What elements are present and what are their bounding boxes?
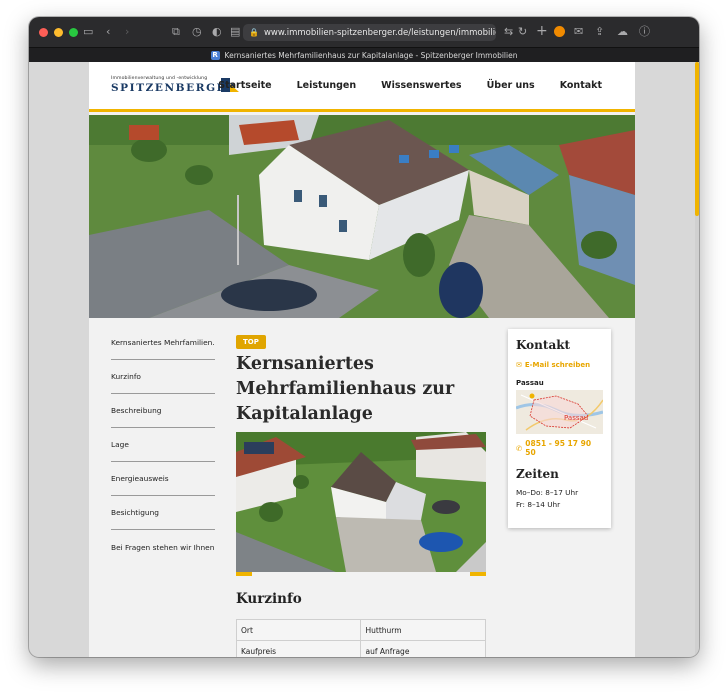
site-favicon-icon: R bbox=[210, 50, 220, 60]
hero-image bbox=[89, 115, 635, 318]
tab-title: Kernsaniertes Mehrfamilienhaus zur Kapit… bbox=[224, 50, 518, 60]
new-tab-icon[interactable]: + bbox=[536, 24, 548, 38]
main-nav: Startseite Leistungen Wissenswertes Über… bbox=[218, 80, 602, 91]
browser-toolbar: ▭ ‹ › ⧉ ◷ ◐ ▤ 🔒 www.immobilien-spitzenbe… bbox=[29, 17, 699, 47]
sidebar-item-energieausweis[interactable]: Energieausweis bbox=[111, 462, 215, 496]
web-page: Immobilienverwaltung und -entwicklung SP… bbox=[89, 62, 635, 657]
main-content: TOP Kernsaniertes Mehrfamilienhaus zur K… bbox=[235, 329, 486, 657]
table-cell-value: auf Anfrage bbox=[360, 640, 486, 657]
phone-icon: ✆ bbox=[516, 443, 523, 453]
reader-icon[interactable]: ▤ bbox=[230, 26, 240, 37]
address-bar[interactable]: 🔒 www.immobilien-spitzenberger.de/leistu… bbox=[243, 24, 496, 41]
history-icon[interactable]: ◷ bbox=[192, 26, 202, 37]
property-photo[interactable] bbox=[236, 432, 486, 572]
opening-hours: Mo–Do: 8–17 Uhr Fr: 8–14 Uhr bbox=[516, 487, 603, 511]
back-icon[interactable]: ‹ bbox=[106, 26, 110, 37]
nav-startseite[interactable]: Startseite bbox=[218, 80, 271, 91]
table-cell-label: Ort bbox=[235, 619, 362, 641]
location-map[interactable]: Passau bbox=[515, 390, 604, 434]
zoom-window-button[interactable] bbox=[69, 27, 78, 37]
sidebar-item-kurzinfo[interactable]: Kurzinfo bbox=[111, 360, 215, 394]
sidebar-item-fragen[interactable]: Bei Fragen stehen wir Ihnen... bbox=[111, 530, 215, 564]
phone-link[interactable]: ✆ 0851 - 95 17 90 50 bbox=[516, 439, 603, 457]
table-row: Kaufpreis auf Anfrage bbox=[235, 640, 486, 657]
cloud-icon[interactable]: ☁ bbox=[617, 26, 628, 37]
minimize-window-button[interactable] bbox=[54, 27, 63, 37]
translate-icon[interactable]: ⇆ bbox=[504, 26, 513, 37]
forward-icon[interactable]: › bbox=[125, 26, 129, 37]
nav-ueber-uns[interactable]: Über uns bbox=[487, 80, 535, 91]
envelope-icon: ✉ bbox=[516, 361, 522, 369]
email-link[interactable]: ✉ E-Mail schreiben bbox=[516, 361, 603, 369]
contact-heading: Kontakt bbox=[516, 338, 571, 352]
window-controls bbox=[39, 27, 78, 37]
photo-next-marker[interactable] bbox=[470, 572, 486, 576]
sidebar-item-beschreibung[interactable]: Beschreibung bbox=[111, 394, 215, 428]
phone-number: 0851 - 95 17 90 50 bbox=[525, 439, 592, 457]
email-label: E-Mail schreiben bbox=[524, 361, 591, 369]
table-cell-label: Kaufpreis bbox=[235, 640, 362, 657]
nav-wissenswertes[interactable]: Wissenswertes bbox=[381, 80, 461, 91]
nav-leistungen[interactable]: Leistungen bbox=[297, 80, 356, 91]
lock-icon: 🔒 bbox=[249, 28, 259, 37]
page-title: Kernsaniertes Mehrfamilienhaus zur Kapit… bbox=[236, 354, 455, 424]
privacy-shield-icon[interactable]: ◐ bbox=[212, 26, 222, 37]
tabs-overview-icon[interactable]: ⧉ bbox=[172, 26, 180, 37]
nav-kontakt[interactable]: Kontakt bbox=[560, 80, 602, 91]
tab-bar[interactable]: R Kernsaniertes Mehrfamilienhaus zur Kap… bbox=[29, 47, 699, 62]
mail-extension-icon[interactable]: ✉ bbox=[574, 26, 583, 37]
contact-card: Kontakt ✉ E-Mail schreiben Passau Passau bbox=[508, 329, 611, 528]
sidebar-item-title[interactable]: Kernsaniertes Mehrfamilien... bbox=[111, 326, 215, 360]
table-row: Ort Hutthurm bbox=[235, 619, 486, 641]
photo-prev-marker[interactable] bbox=[236, 572, 252, 576]
browser-window: ▭ ‹ › ⧉ ◷ ◐ ▤ 🔒 www.immobilien-spitzenbe… bbox=[29, 17, 699, 657]
site-header: Immobilienverwaltung und -entwicklung SP… bbox=[89, 62, 635, 112]
top-badge: TOP bbox=[236, 335, 266, 349]
map-label: Passau bbox=[564, 414, 588, 422]
share-icon[interactable]: ⇪ bbox=[595, 26, 604, 37]
scrollbar-thumb[interactable] bbox=[695, 62, 699, 216]
hours-line: Fr: 8–14 Uhr bbox=[516, 500, 561, 509]
reload-icon[interactable]: ↻ bbox=[518, 26, 527, 37]
kurzinfo-table: Ort Hutthurm Kaufpreis auf Anfrage bbox=[235, 619, 486, 657]
url-text: www.immobilien-spitzenberger.de/leistung… bbox=[263, 27, 496, 38]
close-window-button[interactable] bbox=[39, 27, 48, 37]
contact-city: Passau bbox=[516, 379, 544, 387]
table-cell-value: Hutthurm bbox=[360, 619, 486, 641]
extension-icon[interactable] bbox=[554, 26, 565, 37]
sidebar-item-lage[interactable]: Lage bbox=[111, 428, 215, 462]
info-icon[interactable]: ⓘ bbox=[639, 26, 650, 37]
hours-heading: Zeiten bbox=[516, 467, 559, 481]
hours-line: Mo–Do: 8–17 Uhr bbox=[516, 488, 579, 497]
sidebar: Kernsaniertes Mehrfamilien... Kurzinfo B… bbox=[111, 326, 215, 564]
sidebar-icon[interactable]: ▭ bbox=[83, 26, 93, 37]
kurzinfo-heading: Kurzinfo bbox=[236, 591, 302, 607]
sidebar-item-besichtigung[interactable]: Besichtigung bbox=[111, 496, 215, 530]
